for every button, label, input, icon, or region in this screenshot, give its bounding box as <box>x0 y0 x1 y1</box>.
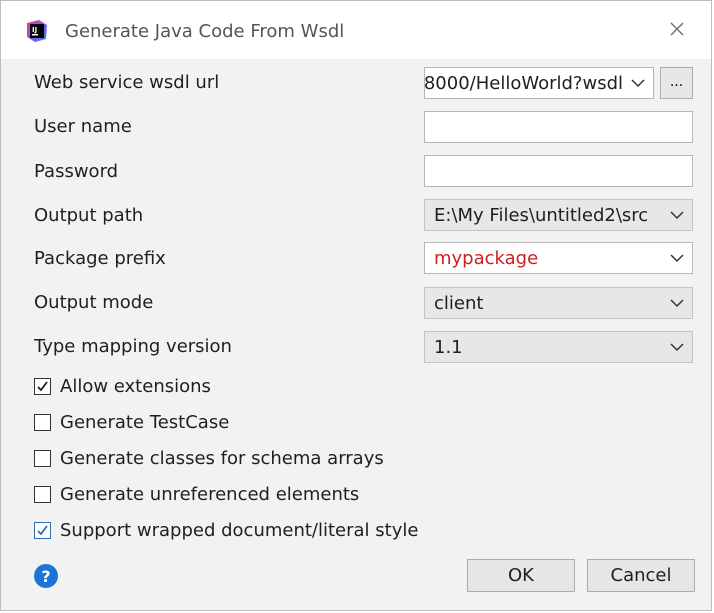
allow-extensions-checkbox[interactable]: Allow extensions <box>34 374 211 398</box>
wsdl-url-label: Web service wsdl url <box>34 72 220 93</box>
checkbox-checked <box>34 521 51 539</box>
package-prefix-value: mypackage <box>434 247 539 269</box>
chevron-down-icon <box>662 200 692 230</box>
user-name-field-box <box>424 111 693 143</box>
package-prefix-label: Package prefix <box>34 248 166 269</box>
generate-testcase-label: Generate TestCase <box>60 411 230 433</box>
user-name-input[interactable] <box>425 112 692 142</box>
close-button[interactable] <box>663 15 691 43</box>
generate-schema-arrays-label: Generate classes for schema arrays <box>60 447 384 469</box>
output-path-value: E:\My Files\untitled2\src <box>434 204 649 226</box>
chevron-down-icon <box>662 288 692 318</box>
wsdl-url-value: http://localhost:8000/HelloWorld?wsdl <box>425 72 623 94</box>
generate-java-code-dialog: IJ Generate Java Code From Wsdl Web serv… <box>0 0 712 611</box>
help-icon[interactable]: ? <box>34 564 58 588</box>
svg-text:IJ: IJ <box>32 26 37 34</box>
chevron-down-icon <box>662 243 692 273</box>
output-mode-value: client <box>434 292 484 314</box>
check-icon <box>37 380 48 391</box>
browse-wsdl-button[interactable]: ... <box>660 67 693 99</box>
title-bar: IJ Generate Java Code From Wsdl <box>1 1 711 59</box>
user-name-label: User name <box>34 116 132 137</box>
output-path-combo[interactable]: E:\My Files\untitled2\src <box>424 199 693 231</box>
generate-schema-arrays-checkbox[interactable]: Generate classes for schema arrays <box>34 446 384 470</box>
output-mode-combo[interactable]: client <box>424 287 693 319</box>
window-title: Generate Java Code From Wsdl <box>65 21 345 42</box>
generate-unreferenced-checkbox[interactable]: Generate unreferenced elements <box>34 482 359 506</box>
chevron-down-icon <box>662 332 692 362</box>
support-wrapped-label: Support wrapped document/literal style <box>60 519 419 541</box>
password-field-box <box>424 155 693 187</box>
cancel-button[interactable]: Cancel <box>587 559 695 592</box>
output-path-label: Output path <box>34 205 144 226</box>
password-input[interactable] <box>425 156 692 186</box>
chevron-down-icon <box>623 68 653 98</box>
support-wrapped-checkbox[interactable]: Support wrapped document/literal style <box>34 518 418 542</box>
wsdl-url-combo[interactable]: http://localhost:8000/HelloWorld?wsdl <box>424 67 654 99</box>
type-mapping-version-value: 1.1 <box>434 336 463 358</box>
generate-unreferenced-label: Generate unreferenced elements <box>60 483 360 505</box>
type-mapping-version-combo[interactable]: 1.1 <box>424 331 693 363</box>
password-label: Password <box>34 161 119 182</box>
checkbox-unchecked <box>34 413 51 431</box>
checkbox-unchecked <box>34 449 51 467</box>
generate-testcase-checkbox[interactable]: Generate TestCase <box>34 410 229 434</box>
allow-extensions-label: Allow extensions <box>60 375 211 397</box>
checkbox-checked <box>34 377 51 395</box>
ok-button[interactable]: OK <box>467 559 575 592</box>
checkbox-unchecked <box>34 485 51 503</box>
output-mode-label: Output mode <box>34 292 154 313</box>
type-mapping-version-label: Type mapping version <box>34 336 232 357</box>
package-prefix-combo[interactable]: mypackage <box>424 242 693 274</box>
check-icon <box>37 524 48 535</box>
intellij-icon: IJ <box>27 20 47 42</box>
close-icon <box>670 22 684 36</box>
